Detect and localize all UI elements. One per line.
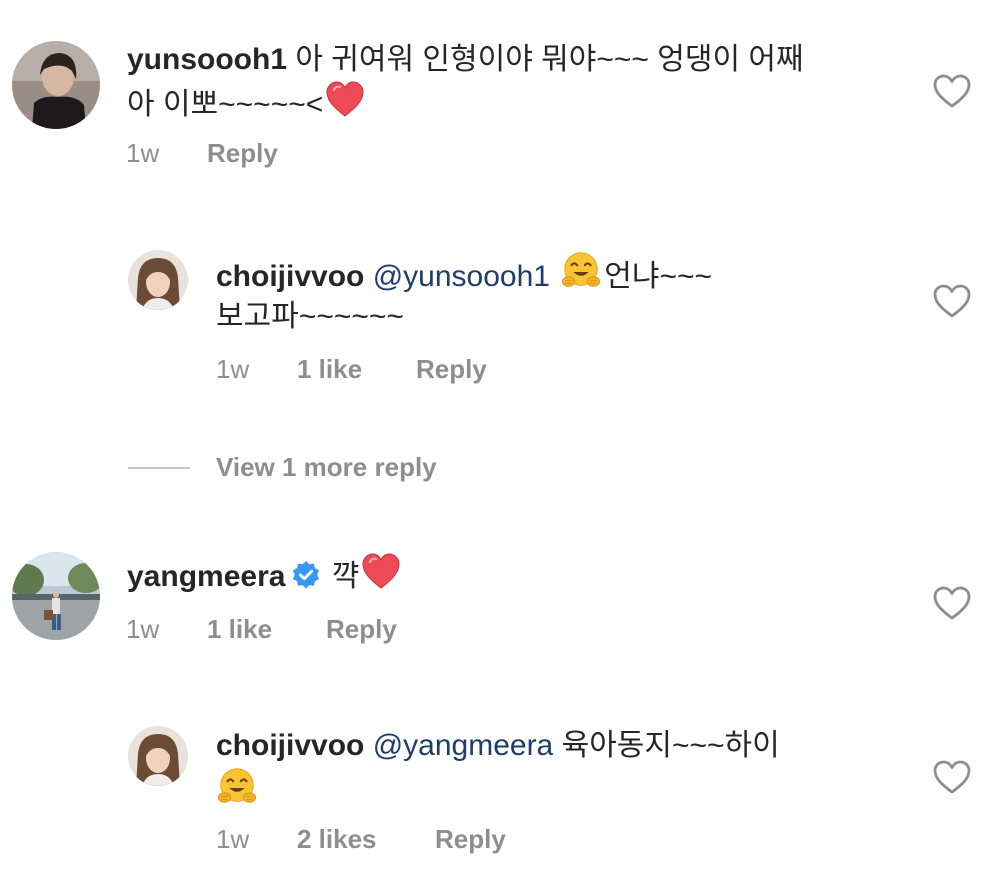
hugging-face-emoji xyxy=(560,250,602,292)
reply-button[interactable]: Reply xyxy=(207,138,278,169)
reply-username[interactable]: choijivvoo xyxy=(216,260,364,293)
comment-username[interactable]: yunsoooh1 xyxy=(127,43,287,76)
reply-button[interactable]: Reply xyxy=(435,824,506,855)
reply-username[interactable]: choijivvoo xyxy=(216,729,364,762)
hugging-face-emoji xyxy=(216,766,258,808)
like-heart-icon[interactable] xyxy=(932,72,972,112)
like-heart-icon[interactable] xyxy=(932,584,972,624)
comment-username[interactable]: yangmeera xyxy=(127,560,285,593)
like-heart-icon[interactable] xyxy=(932,282,972,322)
view-more-label[interactable]: View 1 more reply xyxy=(216,452,437,483)
comment-body-line2: 아 이뽀~~~~~< xyxy=(127,88,324,121)
reply-time: 1w xyxy=(216,824,250,854)
likes-count[interactable]: 1 like xyxy=(207,614,272,645)
view-more-divider xyxy=(128,467,190,469)
reply-text: choijivvoo @yangmeera 육아동지~~~하이 xyxy=(216,726,966,813)
avatar-choijivvoo[interactable] xyxy=(128,250,188,310)
reply-body-line1: 언냐~~~ xyxy=(604,260,713,293)
avatar-choijivvoo[interactable] xyxy=(128,726,188,786)
reply-body-line1: 육아동지~~~하이 xyxy=(561,729,780,762)
comment-body: 꺅 xyxy=(331,560,360,593)
avatar-yunsoooh1[interactable] xyxy=(12,41,100,129)
reply-body-line2: 보고파~~~~~~ xyxy=(216,300,404,333)
comment-time: 1w xyxy=(126,138,160,168)
verified-badge-icon xyxy=(291,560,321,590)
red-heart-emoji xyxy=(325,80,365,120)
avatar-yangmeera[interactable] xyxy=(12,552,100,640)
comment-text: yangmeera 꺅 xyxy=(127,552,877,597)
mention-link[interactable]: @yunsoooh1 xyxy=(373,260,550,293)
mention-link[interactable]: @yangmeera xyxy=(373,729,554,762)
comment-body-line1: 아 귀여워 인형이야 뭐야~~~ 엉댕이 어째 xyxy=(295,43,804,76)
reply-button[interactable]: Reply xyxy=(326,614,397,645)
likes-count[interactable]: 2 likes xyxy=(297,824,377,855)
like-heart-icon[interactable] xyxy=(932,758,972,798)
reply-button[interactable]: Reply xyxy=(416,354,487,385)
red-heart-emoji xyxy=(361,552,401,592)
reply-text: choijivvoo @yunsoooh1 언냐~~~ 보고파~~~~~~ xyxy=(216,250,966,337)
comment-time: 1w xyxy=(126,614,160,644)
likes-count[interactable]: 1 like xyxy=(297,354,362,385)
reply-time: 1w xyxy=(216,354,250,384)
comment-text: yunsoooh1 아 귀여워 인형이야 뭐야~~~ 엉댕이 어째 아 이뽀~~… xyxy=(127,40,877,125)
